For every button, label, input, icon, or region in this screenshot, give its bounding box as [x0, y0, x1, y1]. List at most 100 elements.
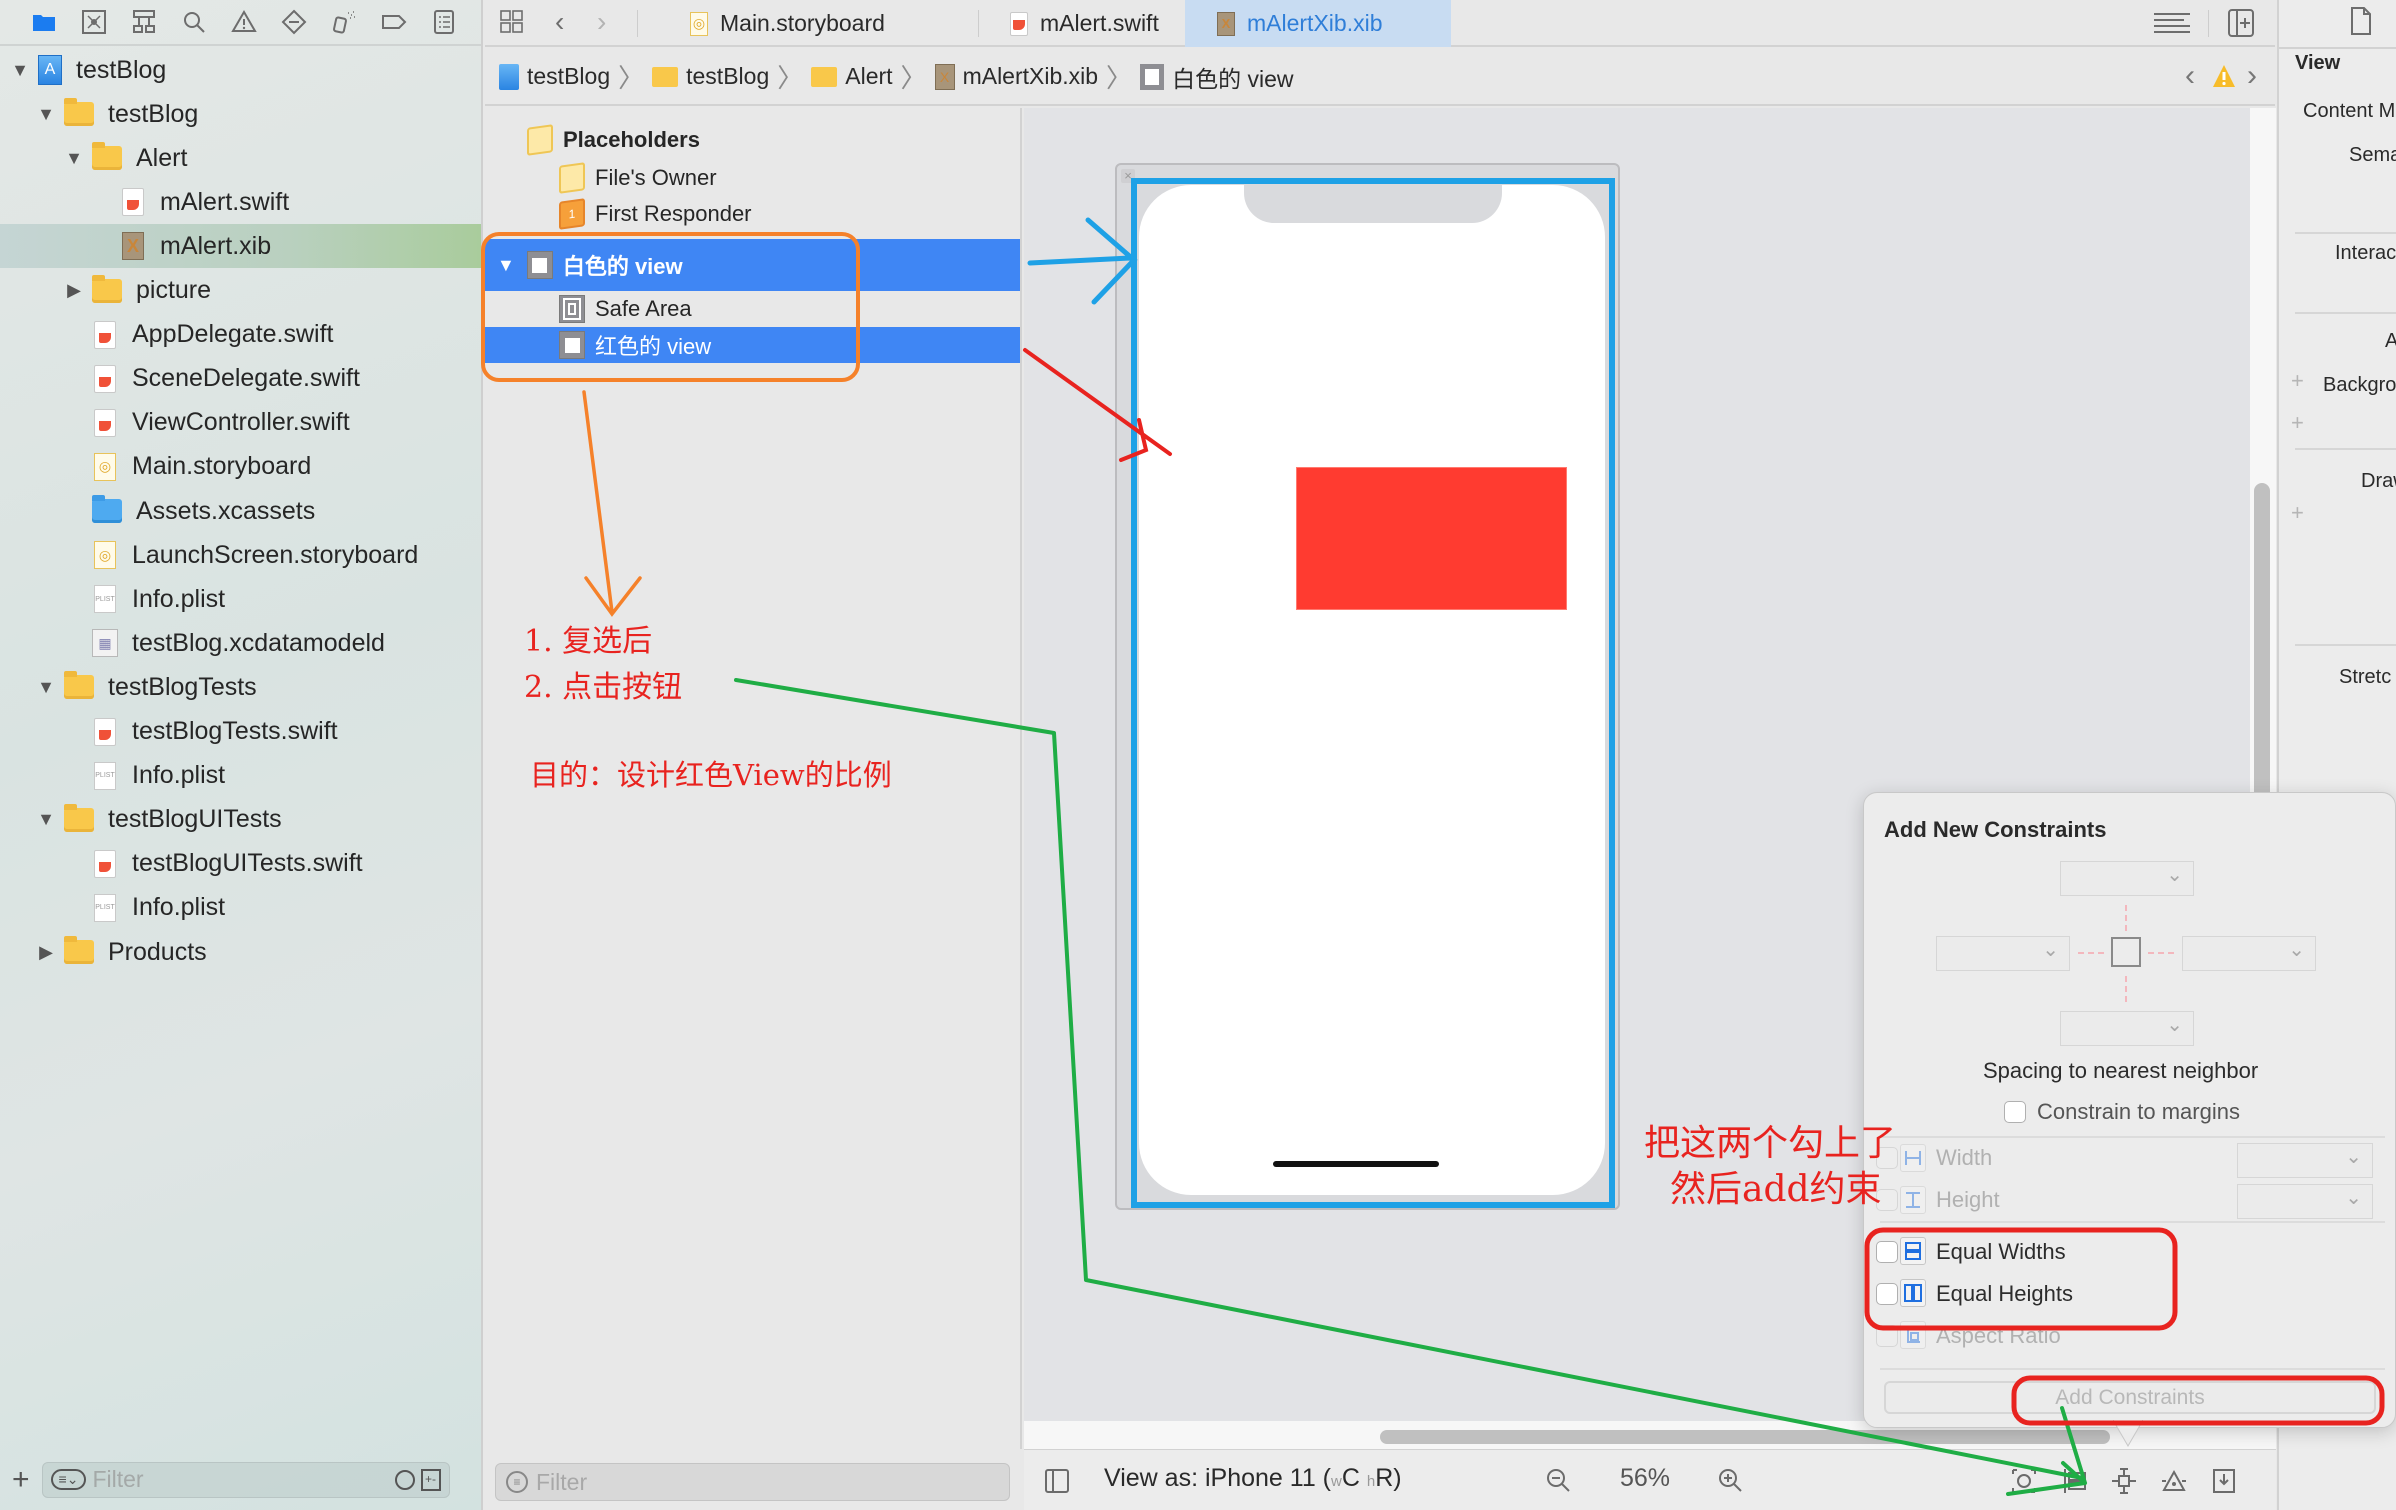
- previous-issue-icon[interactable]: ‹: [2185, 59, 2195, 93]
- add-new-constraints-popover: Add New Constraints Spacing to nearest n…: [1863, 792, 2396, 1428]
- source-control-filter-icon[interactable]: +-: [420, 1468, 441, 1491]
- test-diamond-icon[interactable]: [280, 8, 308, 36]
- next-issue-icon[interactable]: ›: [2247, 59, 2257, 93]
- outline-white-view[interactable]: ▼ 白色的 view: [485, 239, 1020, 291]
- navigator-item[interactable]: ▶ Products: [0, 930, 481, 974]
- navigator-item[interactable]: ◎ LaunchScreen.storyboard: [0, 533, 481, 577]
- related-items-icon[interactable]: [499, 9, 525, 35]
- report-list-icon[interactable]: [430, 8, 458, 36]
- outline-first-responder[interactable]: 1 First Responder: [485, 196, 1020, 232]
- outline-filter-field[interactable]: ≡ Filter: [495, 1463, 1010, 1501]
- embed-in-stack-icon[interactable]: [2060, 1466, 2090, 1496]
- top-spacing-select[interactable]: [2060, 861, 2194, 896]
- disclosure-open-icon[interactable]: ▼: [497, 255, 515, 276]
- navigator-item[interactable]: ▼ testBlog: [0, 92, 481, 136]
- aspect-ratio-checkbox[interactable]: [1876, 1325, 1898, 1347]
- tab-main-storyboard[interactable]: ◎ Main.storyboard: [690, 0, 980, 47]
- horizontal-scroll-thumb[interactable]: [1380, 1430, 2110, 1444]
- disclosure-open-icon[interactable]: ▼: [64, 148, 84, 168]
- disclosure-open-icon[interactable]: ▼: [10, 60, 30, 80]
- add-variation-icon[interactable]: +: [2291, 500, 2304, 526]
- navigator-item[interactable]: ◎ Main.storyboard: [0, 445, 481, 489]
- navigator-item[interactable]: SceneDelegate.swift: [0, 357, 481, 401]
- constrain-margins-checkbox[interactable]: [2004, 1101, 2026, 1123]
- navigator-filter-field[interactable]: ≡⌄ Filter +-: [41, 1461, 450, 1498]
- leading-spacing-select[interactable]: [1936, 936, 2070, 971]
- editor-options-icon[interactable]: [2152, 10, 2192, 38]
- disclosure-closed-icon[interactable]: ▶: [36, 942, 56, 962]
- add-file-icon[interactable]: +: [12, 1463, 30, 1497]
- resolve-issues-icon[interactable]: [2209, 1466, 2239, 1496]
- width-value-select[interactable]: [2237, 1143, 2373, 1178]
- outline-files-owner[interactable]: File's Owner: [485, 160, 1020, 196]
- tab-malertxib-xib[interactable]: X mAlertXib.xib: [1185, 0, 1451, 47]
- zoom-level[interactable]: 56%: [1620, 1464, 1670, 1493]
- file-inspector-icon[interactable]: [2349, 6, 2373, 36]
- navigator-item[interactable]: ▼ testBlogTests: [0, 665, 481, 709]
- breadcrumb-item[interactable]: testBlog: [652, 63, 769, 90]
- leading-strut[interactable]: [2078, 952, 2104, 954]
- navigator-item[interactable]: testBlogTests.swift: [0, 710, 481, 754]
- recent-files-icon[interactable]: [394, 1469, 415, 1490]
- back-arrow-icon[interactable]: ‹: [555, 6, 564, 38]
- warning-icon[interactable]: [230, 8, 258, 36]
- iphone-scene[interactable]: ×: [1115, 163, 1620, 1210]
- equal-heights-checkbox[interactable]: [1876, 1283, 1898, 1305]
- navigator-item[interactable]: ▶ picture: [0, 269, 481, 313]
- add-constraints-button[interactable]: Add Constraints: [1884, 1381, 2376, 1414]
- navigator-item[interactable]: testBlogUITests.swift: [0, 842, 481, 886]
- breakpoint-tag-icon[interactable]: [380, 8, 408, 36]
- add-new-constraints-icon[interactable]: [2109, 1466, 2139, 1496]
- debug-spray-icon[interactable]: [330, 8, 358, 36]
- swift-file-icon: [94, 364, 116, 393]
- zoom-in-icon[interactable]: [1716, 1466, 1746, 1496]
- add-variation-icon[interactable]: +: [2291, 410, 2304, 436]
- top-strut[interactable]: [2125, 905, 2127, 931]
- bottom-spacing-select[interactable]: [2060, 1011, 2194, 1046]
- filter-options-icon[interactable]: ≡⌄: [50, 1469, 87, 1490]
- height-value-select[interactable]: [2237, 1184, 2373, 1219]
- bottom-strut[interactable]: [2125, 976, 2127, 1002]
- trailing-spacing-select[interactable]: [2182, 936, 2316, 971]
- add-editor-icon[interactable]: [2227, 8, 2255, 38]
- disclosure-open-icon[interactable]: ▼: [36, 677, 56, 697]
- forward-arrow-icon[interactable]: ›: [597, 6, 606, 38]
- equal-widths-checkbox[interactable]: [1876, 1241, 1898, 1263]
- navigator-item[interactable]: PLIST Info.plist: [0, 754, 481, 798]
- hierarchy-icon[interactable]: [130, 8, 158, 36]
- disclosure-open-icon[interactable]: ▼: [36, 104, 56, 124]
- folder-icon[interactable]: [30, 8, 58, 36]
- view-as-device-button[interactable]: View as: iPhone 11 (wC hR): [1104, 1464, 1402, 1493]
- disclosure-open-icon[interactable]: ▼: [36, 809, 56, 830]
- warning-icon[interactable]: [2212, 63, 2236, 89]
- breadcrumb-item[interactable]: Alert: [811, 63, 893, 90]
- navigator-item[interactable]: Assets.xcassets: [0, 489, 481, 533]
- disclosure-closed-icon[interactable]: ▶: [64, 280, 84, 301]
- trailing-strut[interactable]: [2148, 952, 2174, 954]
- navigator-item[interactable]: XmAlert.xib: [0, 224, 481, 269]
- navigator-item[interactable]: PLIST Info.plist: [0, 886, 481, 930]
- navigator-item[interactable]: mAlert.swift: [0, 180, 481, 224]
- update-frames-icon[interactable]: [2009, 1466, 2039, 1496]
- outline-red-view[interactable]: 红色的 view: [485, 327, 1020, 363]
- navigator-item[interactable]: PLIST Info.plist: [0, 577, 481, 621]
- source-control-icon[interactable]: [80, 8, 108, 36]
- navigator-item[interactable]: ▦ testBlog.xcdatamodeld: [0, 621, 481, 665]
- add-variation-icon[interactable]: +: [2291, 368, 2304, 394]
- zoom-out-icon[interactable]: [1544, 1466, 1574, 1496]
- breadcrumb-item[interactable]: XmAlertXib.xib: [934, 63, 1098, 90]
- breadcrumb-item[interactable]: 白色的 view: [1140, 60, 1293, 94]
- navigator-item[interactable]: ▼ testBlogUITests: [0, 798, 481, 842]
- outline-safe-area[interactable]: Safe Area: [485, 291, 1020, 327]
- navigator-item[interactable]: ▼ Alert: [0, 136, 481, 180]
- navigator-item[interactable]: AppDelegate.swift: [0, 313, 481, 357]
- navigator-item[interactable]: ViewController.swift: [0, 401, 481, 445]
- document-outline-toggle-icon[interactable]: [1042, 1466, 1072, 1496]
- search-icon[interactable]: [180, 8, 208, 36]
- outline-placeholders[interactable]: Placeholders: [485, 120, 1020, 160]
- annotation-step1: 1. 复选后: [524, 624, 653, 659]
- breadcrumb-item[interactable]: testBlog: [499, 63, 610, 90]
- align-icon[interactable]: [2159, 1466, 2189, 1496]
- navigator-item[interactable]: ▼ AtestBlog: [0, 48, 481, 92]
